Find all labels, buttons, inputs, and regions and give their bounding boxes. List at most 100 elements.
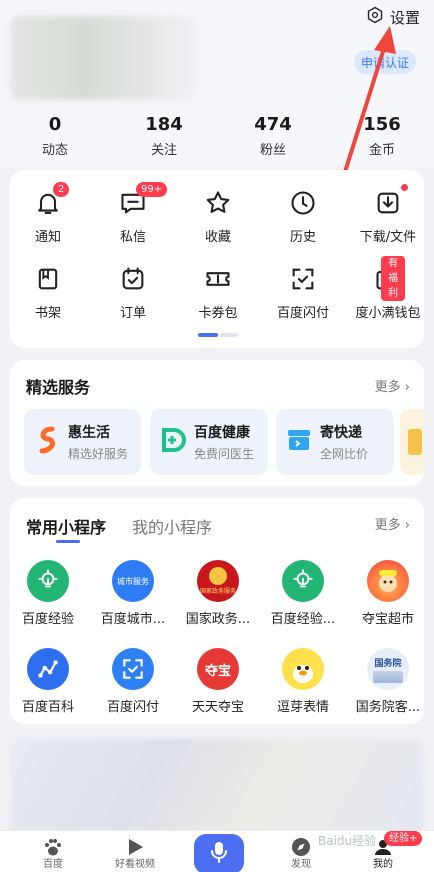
miniapp-label: 国家政务... bbox=[185, 612, 251, 627]
stat-followers[interactable]: 474 粉丝 bbox=[233, 114, 313, 158]
service-card[interactable]: 百度健康 免费问医生 bbox=[150, 409, 268, 475]
miniapp-item[interactable]: 夺宝超市 bbox=[345, 560, 431, 627]
chevron-right-icon: › bbox=[404, 518, 410, 533]
section-title: 精选服务 bbox=[26, 378, 91, 397]
service-card[interactable]: 惠生活 精选好服务 bbox=[24, 409, 141, 475]
stat-following[interactable]: 184 关注 bbox=[124, 114, 204, 158]
miniapp-item[interactable]: 百度百科 bbox=[5, 648, 91, 715]
shortcut-notifications[interactable]: 2 通知 bbox=[5, 182, 91, 245]
health-icon bbox=[160, 427, 186, 457]
annotation-arrow bbox=[342, 26, 396, 177]
bookshelf-icon bbox=[31, 262, 65, 296]
miniapp-label: 百度经验... bbox=[270, 612, 336, 627]
service-card[interactable]: 寄快递 全网比价 bbox=[276, 409, 394, 475]
paw-icon bbox=[10, 831, 96, 859]
shortcut-label: 百度闪付 bbox=[276, 306, 329, 321]
nav-home[interactable]: 百度 bbox=[10, 831, 96, 872]
shortcut-label: 下载/文件 bbox=[359, 230, 417, 245]
profile-badge: 经验+ bbox=[384, 831, 423, 846]
miniapp-label: 国务院客... bbox=[355, 700, 421, 715]
miniapp-item[interactable]: 国家政务服务 国家政务... bbox=[175, 560, 261, 627]
service-subtitle: 免费问医生 bbox=[194, 447, 255, 461]
miniapp-item[interactable]: 逗芽表情 bbox=[260, 648, 346, 715]
shortcut-label: 度小满钱包 bbox=[355, 306, 421, 321]
miniapp-item[interactable]: 国务院 国务院客... bbox=[345, 648, 431, 715]
icon-caption: 国家政务服务 bbox=[199, 588, 236, 595]
scan-pay-icon bbox=[286, 262, 320, 296]
shortcut-label: 私信 bbox=[119, 230, 146, 245]
tab-mine[interactable]: 我的小程序 bbox=[132, 514, 212, 538]
icon-caption: 国务院 bbox=[374, 658, 402, 669]
more-miniapps-link[interactable]: 更多 › bbox=[375, 514, 410, 533]
more-services-link[interactable]: 更多 › bbox=[375, 376, 410, 395]
service-subtitle: 精选好服务 bbox=[68, 447, 129, 461]
city-service-icon: 城市服务 bbox=[112, 560, 154, 602]
shortcut-favorites[interactable]: 收藏 bbox=[175, 186, 261, 245]
bulb-icon bbox=[282, 560, 324, 602]
shortcut-history[interactable]: 历史 bbox=[260, 186, 346, 245]
state-council-icon: 国务院 bbox=[367, 648, 409, 690]
more-label: 更多 bbox=[374, 518, 401, 533]
miniapp-label: 天天夺宝 bbox=[191, 700, 244, 715]
new-dot bbox=[401, 184, 408, 191]
service-title: 寄快递 bbox=[320, 425, 362, 441]
service-card-partial[interactable] bbox=[400, 409, 424, 475]
coupon-icon bbox=[201, 262, 235, 296]
service-title: 惠生活 bbox=[68, 425, 110, 441]
blurred-feed-card[interactable] bbox=[10, 738, 424, 842]
chevron-right-icon: › bbox=[404, 380, 410, 395]
play-icon bbox=[92, 831, 178, 859]
express-icon bbox=[286, 427, 312, 457]
service-title: 百度健康 bbox=[194, 425, 250, 441]
miniapp-item[interactable]: 夺宝 天天夺宝 bbox=[175, 648, 261, 715]
message-icon: 99+ bbox=[116, 182, 168, 220]
emblem-icon: 国家政务服务 bbox=[197, 560, 239, 602]
stat-label: 关注 bbox=[150, 143, 177, 158]
miniapp-label: 逗芽表情 bbox=[276, 700, 329, 715]
treasure-market-icon bbox=[367, 560, 409, 602]
bulb-icon bbox=[27, 560, 69, 602]
shortcut-downloads[interactable]: 下载/文件 bbox=[345, 184, 431, 245]
shortcut-bookshelf[interactable]: 书架 bbox=[5, 262, 91, 321]
voice-search-button[interactable] bbox=[194, 834, 244, 872]
wallet-icon: 有福利 bbox=[371, 256, 405, 301]
shortcut-label: 订单 bbox=[119, 306, 146, 321]
message-badge: 99+ bbox=[136, 182, 168, 197]
miniapp-item[interactable]: 城市服务 百度城市... bbox=[90, 560, 176, 627]
tab-frequent[interactable]: 常用小程序 bbox=[26, 514, 106, 538]
page-indicator bbox=[198, 333, 238, 337]
scan-pay-icon bbox=[112, 648, 154, 690]
shortcut-coupons[interactable]: 卡券包 bbox=[175, 262, 261, 321]
more-label: 更多 bbox=[374, 380, 401, 395]
nav-label: 我的 bbox=[373, 859, 393, 870]
shortcut-wallet[interactable]: 有福利 度小满钱包 bbox=[345, 256, 431, 321]
service-subtitle: 全网比价 bbox=[320, 447, 369, 461]
lifestyle-icon bbox=[34, 425, 60, 459]
stat-value: 0 bbox=[48, 114, 62, 135]
shortcut-scan-pay[interactable]: 百度闪付 bbox=[260, 262, 346, 321]
shortcut-label: 收藏 bbox=[204, 230, 231, 245]
treasure-icon: 夺宝 bbox=[197, 648, 239, 690]
miniapp-label: 夺宝超市 bbox=[361, 612, 414, 627]
miniapp-label: 百度百科 bbox=[21, 700, 74, 715]
nav-label: 好看视频 bbox=[115, 859, 155, 870]
miniapp-item[interactable]: 百度经验 bbox=[5, 560, 91, 627]
duck-icon bbox=[282, 648, 324, 690]
download-icon bbox=[371, 184, 408, 220]
clock-icon bbox=[286, 186, 320, 220]
stat-posts[interactable]: 0 动态 bbox=[15, 114, 95, 158]
miniapp-item[interactable]: 百度闪付 bbox=[90, 648, 176, 715]
nav-video[interactable]: 好看视频 bbox=[92, 831, 178, 872]
blurred-profile-info[interactable] bbox=[10, 16, 196, 100]
order-icon bbox=[116, 262, 150, 296]
featured-services: 精选服务 更多 › 惠生活 精选好服务 百度健康 免费问医生 寄快递 全网比价 bbox=[10, 360, 424, 486]
shortcut-label: 卡券包 bbox=[198, 306, 238, 321]
shortcut-messages[interactable]: 99+ 私信 bbox=[90, 182, 176, 245]
miniapp-label: 百度经验 bbox=[21, 612, 74, 627]
bell-icon: 2 bbox=[31, 182, 70, 220]
mini-programs: 常用小程序 我的小程序 更多 › 百度经验 城市服务 百度城市... 国家政务服… bbox=[10, 498, 424, 724]
miniapp-item[interactable]: 百度经验... bbox=[260, 560, 346, 627]
watermark: Baidu经验 bbox=[318, 834, 377, 848]
shortcut-orders[interactable]: 订单 bbox=[90, 262, 176, 321]
notification-badge: 2 bbox=[53, 182, 70, 197]
